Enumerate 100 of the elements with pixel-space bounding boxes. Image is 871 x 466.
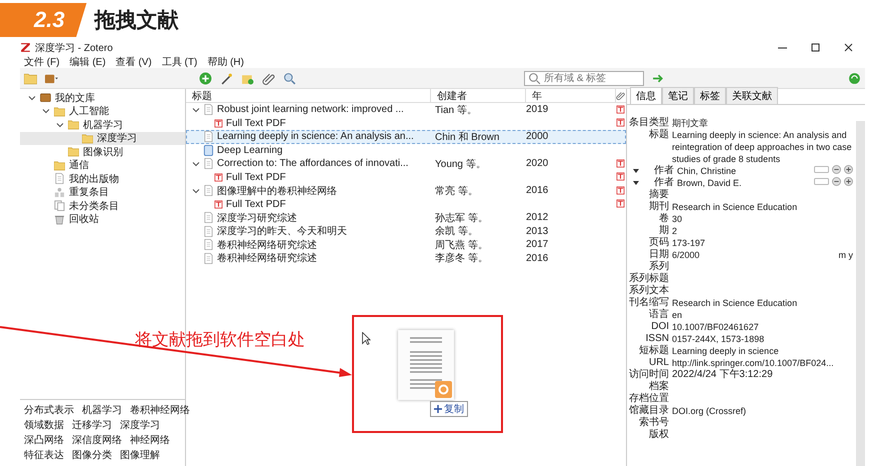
item-row[interactable]: Correction to: The affordances of innovati... Young 等。 2020: [186, 157, 626, 170]
tag[interactable]: 卷积神经网络: [130, 402, 190, 416]
chevron-icon[interactable]: [28, 94, 36, 102]
tag[interactable]: 机器学习: [82, 402, 122, 416]
item-row[interactable]: 卷积神经网络研究综述 李彦冬 等。 2016: [186, 252, 626, 265]
item-row[interactable]: 卷积神经网络研究综述 周飞燕 等。 2017: [186, 238, 626, 252]
collection-item[interactable]: 人工智能: [20, 104, 185, 118]
menu-item[interactable]: 查看 (V): [116, 54, 152, 68]
field-value[interactable]: Learning deeply in science: An analysis and reintegration of deep approaches in two case studies of grade 8 students: [672, 129, 853, 165]
maximize-icon[interactable]: [811, 43, 820, 52]
field-value[interactable]: 期刊文章: [672, 117, 853, 129]
tab[interactable]: 标签: [694, 87, 726, 104]
item-title: Correction to: The affordances of innovati...: [217, 158, 408, 170]
creator-name[interactable]: Brown, David E.: [677, 177, 814, 189]
field-value[interactable]: Research in Science Education: [672, 201, 853, 213]
field-value[interactable]: 10.1007/BF02461627: [672, 321, 853, 333]
item-row[interactable]: Deep Learning: [186, 144, 626, 157]
collection-item[interactable]: 我的出版物: [20, 172, 185, 186]
column-header[interactable]: 年: [526, 89, 616, 102]
item-creator: 孙志军 等。: [435, 212, 488, 224]
plus-icon[interactable]: [844, 165, 853, 174]
chevron-icon[interactable]: [192, 160, 200, 168]
menu-item[interactable]: 文件 (F): [24, 54, 60, 68]
tag[interactable]: 深信度网络: [72, 432, 122, 446]
field-value[interactable]: 2022/4/24 下午3:12:29: [672, 369, 853, 381]
tag[interactable]: 图像分类: [72, 448, 112, 462]
collection-item[interactable]: 图像识别: [20, 145, 185, 158]
tag[interactable]: 神经网络: [130, 432, 170, 446]
tab[interactable]: 笔记: [662, 87, 694, 104]
tag[interactable]: 领域数据: [24, 418, 64, 432]
collection-item[interactable]: 回收站: [20, 212, 185, 226]
item-row[interactable]: Full Text PDF: [186, 170, 626, 184]
scrollbar[interactable]: [856, 121, 865, 466]
search-icon[interactable]: [283, 72, 296, 84]
item-title: 图像理解中的卷积神经网络: [217, 184, 337, 198]
folder-icon: [82, 132, 93, 144]
collection-item[interactable]: 我的文库: [20, 91, 185, 104]
paperclip-icon[interactable]: [262, 72, 275, 84]
plus-icon: [434, 405, 442, 413]
chevron-icon[interactable]: [42, 107, 50, 116]
column-header[interactable]: 标题: [186, 89, 431, 102]
field-value[interactable]: 6/2000: [672, 249, 838, 261]
field-value[interactable]: en: [672, 309, 853, 321]
add-icon[interactable]: [199, 72, 212, 84]
wand-icon[interactable]: [220, 72, 233, 84]
search-field[interactable]: 所有域 & 标签: [524, 70, 644, 86]
document-icon: [203, 158, 214, 170]
toggle-icon[interactable]: [814, 166, 829, 173]
item-row[interactable]: Full Text PDF: [186, 198, 626, 211]
field-value[interactable]: DOI.org (Crossref): [672, 405, 853, 417]
item-year: 2019: [526, 104, 548, 116]
tag[interactable]: 分布式表示: [24, 402, 74, 416]
field-label: 卷: [659, 213, 669, 224]
minus-icon[interactable]: [832, 165, 841, 174]
chevron-icon[interactable]: [192, 106, 200, 114]
field-value[interactable]: 173-197: [672, 237, 853, 249]
collection-item[interactable]: 通信: [20, 158, 185, 172]
menu-item[interactable]: 编辑 (E): [70, 54, 106, 68]
field-value[interactable]: 30: [672, 213, 853, 225]
sync-icon[interactable]: [848, 72, 861, 84]
column-header[interactable]: 创建者: [431, 89, 526, 102]
plus-icon[interactable]: [844, 177, 853, 186]
item-year: 2016: [526, 185, 548, 196]
collection-item[interactable]: 机器学习: [20, 118, 185, 132]
menu-item[interactable]: 工具 (T): [162, 54, 198, 68]
minus-icon[interactable]: [832, 177, 841, 186]
collection-item[interactable]: 重复条目: [20, 186, 185, 199]
item-title: Deep Learning: [217, 144, 283, 156]
item-row[interactable]: 图像理解中的卷积神经网络 常亮 等。 2016: [186, 184, 626, 198]
tab[interactable]: 信息: [630, 87, 662, 104]
field-value[interactable]: http://link.springer.com/10.1007/BF024...: [672, 357, 853, 369]
field-label: 作者: [654, 177, 674, 188]
chevron-icon[interactable]: [56, 120, 64, 129]
tag[interactable]: 迁移学习: [72, 418, 112, 432]
collection-item[interactable]: 未分类条目: [20, 199, 185, 212]
toggle-icon[interactable]: [814, 178, 829, 185]
item-title: 深度学习研究综述: [217, 212, 297, 225]
tag[interactable]: 特征表达: [24, 448, 64, 462]
field-value[interactable]: Learning deeply in science: [672, 345, 853, 357]
item-row[interactable]: Learning deeply in science: An analysis an... Chin 和 Brown 2000: [186, 130, 626, 144]
field-value[interactable]: 0157-244X, 1573-1898: [672, 333, 853, 345]
item-row[interactable]: 深度学习的昨天、今天和明天 余凯 等。 2013: [186, 224, 626, 238]
item-title: Learning deeply in science: An analysis an...: [217, 131, 414, 142]
document-thumbnail: [398, 330, 454, 400]
item-row[interactable]: Full Text PDF: [186, 116, 626, 130]
menu-item[interactable]: 帮助 (H): [207, 54, 244, 68]
creator-name[interactable]: Chin, Christine: [677, 165, 814, 177]
close-icon[interactable]: [844, 43, 853, 52]
item-row[interactable]: Robust joint learning network: improved ... Tian 等。 2019: [186, 103, 626, 116]
item-row[interactable]: 深度学习研究综述 孙志军 等。 2012: [186, 211, 626, 224]
tag[interactable]: 深凸网络: [24, 432, 64, 446]
field-value[interactable]: 2: [672, 225, 853, 237]
tag[interactable]: 图像理解: [120, 448, 160, 462]
field-value[interactable]: Research in Science Education: [672, 297, 853, 309]
field-label: 摘要: [649, 189, 669, 200]
chevron-icon[interactable]: [192, 186, 200, 195]
tag[interactable]: 深度学习: [120, 418, 160, 432]
tab[interactable]: 关联文献: [726, 87, 778, 104]
note-icon: [203, 144, 214, 156]
collection-item[interactable]: 深度学习: [20, 132, 185, 145]
